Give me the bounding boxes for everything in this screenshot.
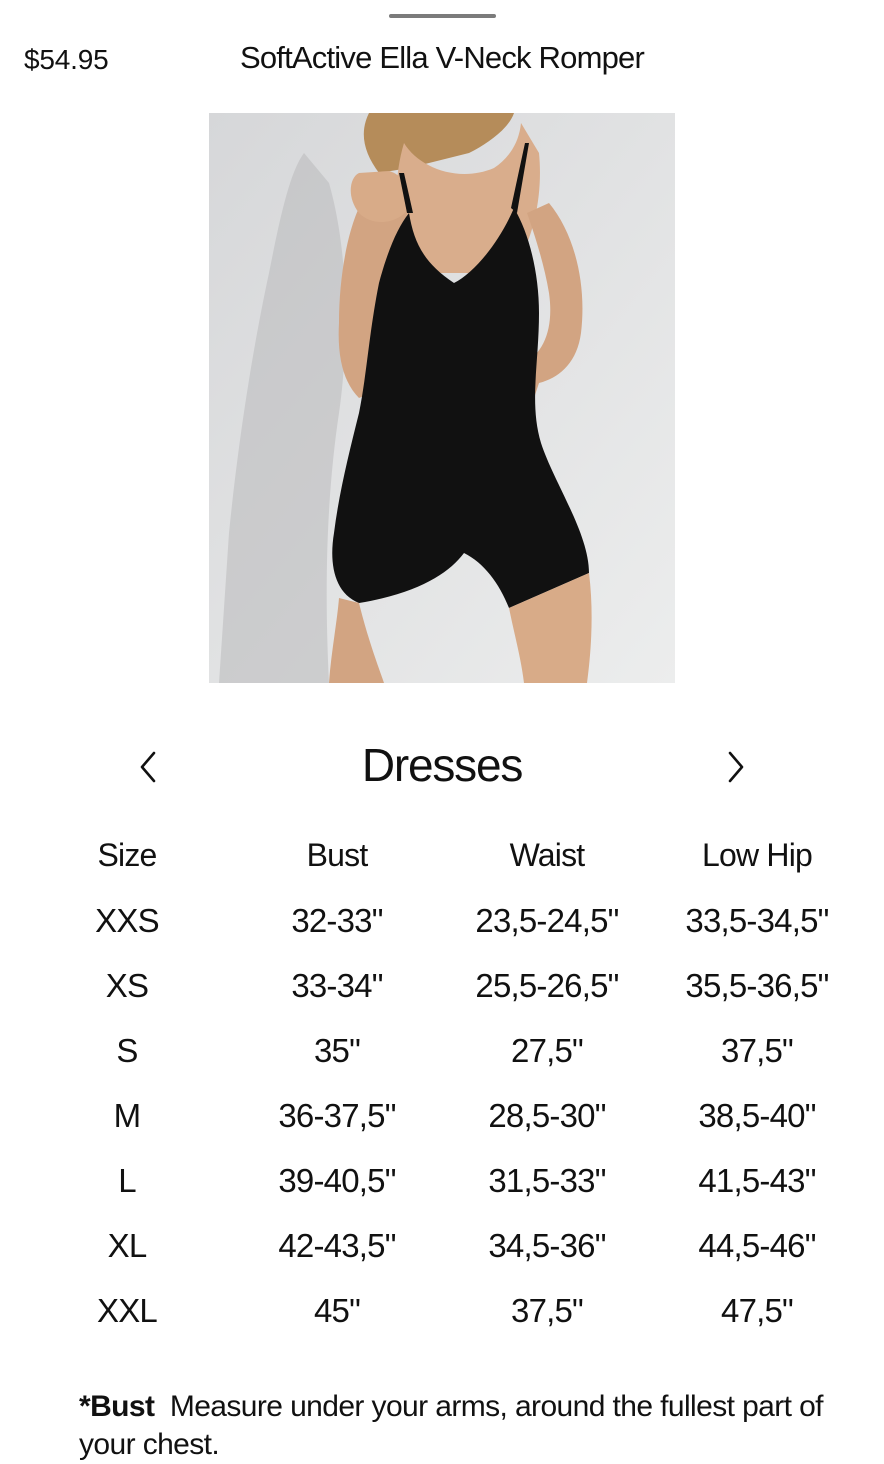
table-row: L 39-40,5" 31,5-33" 41,5-43" <box>22 1148 862 1213</box>
bust-cell: 45" <box>313 1291 361 1329</box>
waist-cell: 34,5-36" <box>488 1226 606 1264</box>
low-hip-cell: 41,5-43" <box>698 1161 816 1199</box>
bust-cell: 39-40,5" <box>278 1161 396 1199</box>
bust-cell: 32-33" <box>291 901 383 939</box>
table-row: S 35" 27,5" 37,5" <box>22 1018 862 1083</box>
measurement-note: *Bust Measure under your arms, around th… <box>79 1388 839 1464</box>
sheet-drag-handle[interactable] <box>389 14 496 18</box>
size-chart-table: Size Bust Waist Low Hip XXS 32-33" 23,5-… <box>22 822 862 1343</box>
product-title: SoftActive Ella V-Neck Romper <box>239 40 645 75</box>
waist-cell: 37,5" <box>511 1291 584 1329</box>
table-row: XS 33-34" 25,5-26,5" 35,5-36,5" <box>22 953 862 1018</box>
table-row: M 36-37,5" 28,5-30" 38,5-40" <box>22 1083 862 1148</box>
romper-photo-icon <box>209 113 675 683</box>
column-header-size: Size <box>97 836 157 873</box>
table-row: XXS 32-33" 23,5-24,5" 33,5-34,5" <box>22 888 862 953</box>
low-hip-cell: 44,5-46" <box>698 1226 816 1264</box>
size-cell: S <box>116 1031 138 1069</box>
low-hip-cell: 35,5-36,5" <box>685 966 829 1004</box>
next-category-button[interactable] <box>714 745 758 789</box>
low-hip-cell: 33,5-34,5" <box>685 901 829 939</box>
table-row: XXL 45" 37,5" 47,5" <box>22 1278 862 1343</box>
size-cell: M <box>113 1096 142 1134</box>
column-header-bust: Bust <box>306 836 369 873</box>
bust-cell: 33-34" <box>291 966 383 1004</box>
size-cell: XS <box>105 966 149 1004</box>
low-hip-cell: 47,5" <box>721 1291 794 1329</box>
column-header-waist: Waist <box>509 836 586 873</box>
size-cell: XXS <box>95 901 159 939</box>
bust-cell: 36-37,5" <box>278 1096 396 1134</box>
column-header-low-hip: Low Hip <box>701 836 813 873</box>
measurement-term: *Bust <box>79 1390 155 1423</box>
measurement-text: Measure under your arms, around the full… <box>79 1390 824 1461</box>
bust-cell: 42-43,5" <box>278 1226 396 1264</box>
product-image <box>209 113 675 683</box>
size-cell: XL <box>107 1226 148 1264</box>
chevron-right-icon <box>728 751 744 783</box>
waist-cell: 23,5-24,5" <box>475 901 619 939</box>
low-hip-cell: 37,5" <box>721 1031 794 1069</box>
table-row: XL 42-43,5" 34,5-36" 44,5-46" <box>22 1213 862 1278</box>
size-chart-header-row: Size Bust Waist Low Hip <box>22 822 862 888</box>
size-cell: XXL <box>97 1291 158 1329</box>
bust-cell: 35" <box>313 1031 361 1069</box>
waist-cell: 27,5" <box>511 1031 584 1069</box>
size-cell: L <box>118 1161 136 1199</box>
waist-cell: 25,5-26,5" <box>475 966 619 1004</box>
waist-cell: 28,5-30" <box>488 1096 606 1134</box>
waist-cell: 31,5-33" <box>488 1161 606 1199</box>
low-hip-cell: 38,5-40" <box>698 1096 816 1134</box>
